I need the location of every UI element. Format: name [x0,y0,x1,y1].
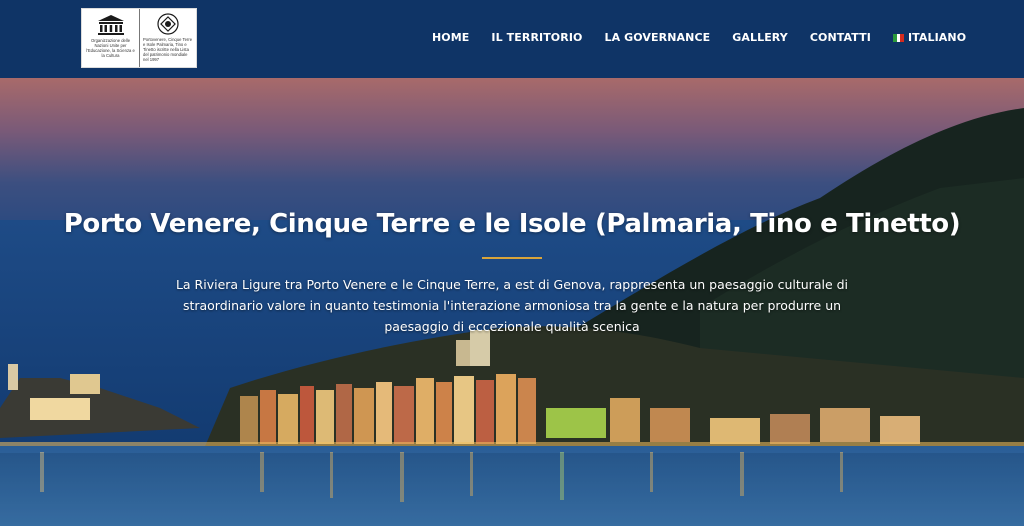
world-heritage-emblem-icon [157,13,179,35]
language-switcher[interactable]: ITALIANO [892,31,967,44]
main-nav: HOME IL TERRITORIO LA GOVERNANCE GALLERY… [432,31,966,44]
title-divider [482,257,542,259]
site-inscription-text: Portovenere, Cinque Terre e Isole Palmar… [143,37,193,62]
hero-description: La Riviera Ligure tra Porto Venere e le … [175,277,849,334]
nav-il-territorio[interactable]: IL TERRITORIO [491,31,582,44]
unesco-logo-right: Portovenere, Cinque Terre e Isole Palmar… [139,9,196,67]
italy-flag-icon [892,33,904,42]
language-label: ITALIANO [907,31,967,44]
nav-home[interactable]: HOME [432,31,469,44]
unesco-logo[interactable]: Organizzazione delle Nazioni Unite per l… [81,8,197,68]
hero-title: Porto Venere, Cinque Terre e le Isole (P… [63,209,961,239]
unesco-temple-icon [97,15,124,35]
unesco-org-text: Organizzazione delle Nazioni Unite per l… [86,38,135,58]
hero-banner: Porto Venere, Cinque Terre e le Isole (P… [0,78,1024,526]
site-header: Organizzazione delle Nazioni Unite per l… [0,0,1024,78]
nav-contatti[interactable]: CONTATTI [810,31,871,44]
unesco-logo-left: Organizzazione delle Nazioni Unite per l… [82,9,139,67]
nav-la-governance[interactable]: LA GOVERNANCE [604,31,710,44]
nav-gallery[interactable]: GALLERY [732,31,788,44]
